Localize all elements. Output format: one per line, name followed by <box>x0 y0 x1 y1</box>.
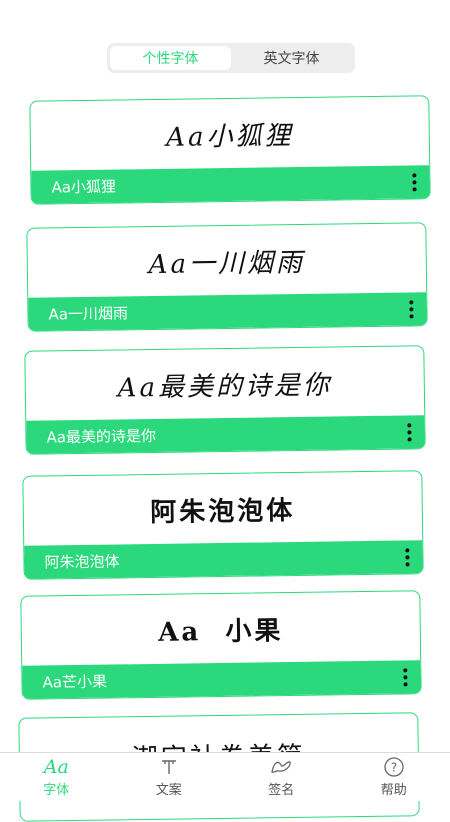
font-card[interactable]: 阿朱泡泡体 阿朱泡泡体 <box>22 470 423 580</box>
font-name: Aa最美的诗是你 <box>46 425 156 448</box>
font-preview: 阿朱泡泡体 <box>23 471 422 547</box>
help-icon: ? <box>383 756 405 778</box>
font-name: Aa一川烟雨 <box>48 302 128 324</box>
font-info-bar: 阿朱泡泡体 <box>24 540 422 579</box>
font-preview: Aa小狐狸 <box>30 96 429 172</box>
font-card[interactable]: Aa最美的诗是你 Aa最美的诗是你 <box>24 345 425 455</box>
font-info-bar: Aa一川烟雨 <box>28 292 426 331</box>
more-options-icon[interactable] <box>404 548 410 566</box>
font-card[interactable]: Aa 小果 Aa芒小果 <box>20 590 421 700</box>
font-preview: Aa最美的诗是你 <box>25 346 424 422</box>
bottom-navigation: Aa 字体 文案 签名 ? 帮助 <box>0 752 450 801</box>
font-name: Aa小狐狸 <box>51 176 116 198</box>
font-info-bar: Aa最美的诗是你 <box>26 415 424 454</box>
more-options-icon[interactable] <box>411 173 417 191</box>
signature-icon <box>269 756 293 778</box>
nav-signature[interactable]: 签名 <box>225 753 338 801</box>
font-name: Aa芒小果 <box>42 671 107 693</box>
nav-copywriting[interactable]: 文案 <box>113 753 226 801</box>
font-list: Aa小狐狸 Aa小狐狸 Aa一川烟雨 Aa一川烟雨 Aa最美的诗是你 Aa最美的… <box>0 0 450 800</box>
font-preview: Aa 小果 <box>21 591 420 667</box>
more-options-icon[interactable] <box>402 668 408 686</box>
font-icon: Aa <box>44 756 69 778</box>
text-icon <box>159 756 179 778</box>
nav-label: 签名 <box>268 779 294 798</box>
font-name: 阿朱泡泡体 <box>44 550 119 572</box>
font-preview: Aa一川烟雨 <box>27 223 426 299</box>
svg-text:?: ? <box>391 761 397 775</box>
font-info-bar: Aa小狐狸 <box>31 165 429 204</box>
more-options-icon[interactable] <box>406 423 412 441</box>
more-options-icon[interactable] <box>408 300 414 318</box>
nav-help[interactable]: ? 帮助 <box>338 753 450 801</box>
font-card[interactable]: Aa小狐狸 Aa小狐狸 <box>29 95 430 205</box>
font-card[interactable]: Aa一川烟雨 Aa一川烟雨 <box>26 222 427 332</box>
nav-label: 帮助 <box>381 779 407 798</box>
nav-fonts[interactable]: Aa 字体 <box>0 753 113 801</box>
nav-label: 字体 <box>43 779 69 798</box>
font-info-bar: Aa芒小果 <box>22 660 420 699</box>
nav-label: 文案 <box>156 779 182 798</box>
